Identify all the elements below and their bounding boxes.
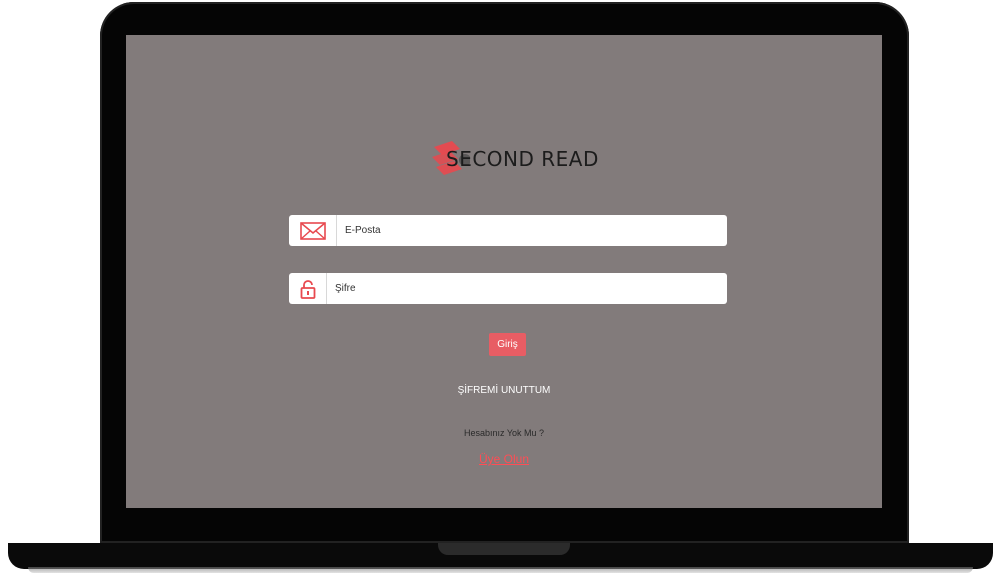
no-account-text: Hesabınız Yok Mu ?	[463, 428, 545, 438]
envelope-icon	[289, 215, 337, 246]
email-input[interactable]	[337, 215, 727, 246]
password-input[interactable]	[327, 273, 727, 304]
signup-link[interactable]: Üye Olun	[126, 452, 882, 466]
login-button[interactable]: Giriş	[489, 333, 526, 356]
laptop-notch	[438, 543, 570, 555]
laptop-mockup: SECOND READ G	[0, 0, 993, 575]
brand-name: SECOND READ	[446, 147, 599, 171]
brand-logo: SECOND READ	[428, 137, 599, 181]
lock-icon	[289, 273, 327, 304]
login-screen: SECOND READ G	[126, 35, 882, 508]
laptop-base-shadow	[28, 567, 973, 573]
forgot-password-link[interactable]: ŞİFREMİ UNUTTUM	[126, 385, 882, 396]
email-field	[289, 215, 727, 246]
password-field	[289, 273, 727, 304]
